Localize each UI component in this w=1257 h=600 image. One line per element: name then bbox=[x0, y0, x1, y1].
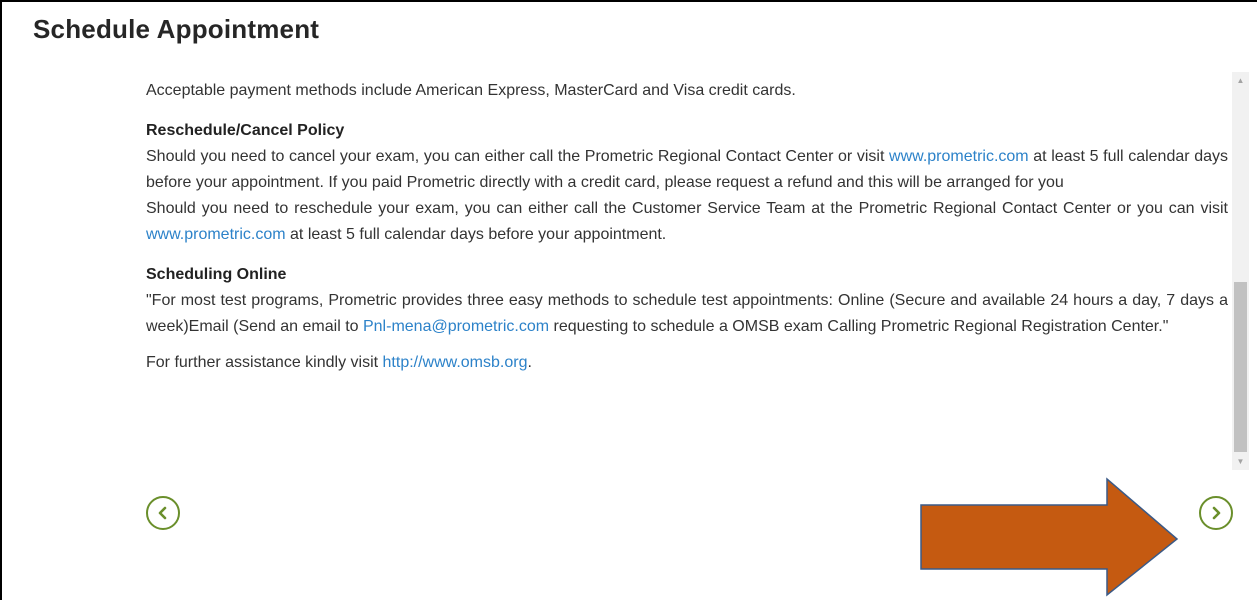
chevron-right-icon bbox=[1212, 506, 1221, 520]
reschedule-text-1: Should you need to reschedule your exam,… bbox=[146, 200, 1228, 217]
assistance-period: . bbox=[527, 354, 532, 371]
arrow-right-icon bbox=[920, 477, 1179, 597]
scheduling-heading: Scheduling Online bbox=[146, 266, 287, 283]
prometric-link-1[interactable]: www.prometric.com bbox=[889, 148, 1029, 165]
omsb-link[interactable]: http://www.omsb.org bbox=[383, 354, 528, 371]
reschedule-text-2: at least 5 full calendar days before you… bbox=[285, 226, 667, 243]
cancel-paragraph: Should you need to cancel your exam, you… bbox=[146, 144, 1228, 196]
scroll-up-arrow-icon[interactable]: ▲ bbox=[1232, 72, 1249, 89]
assistance-paragraph: For further assistance kindly visit http… bbox=[146, 350, 1228, 376]
cancel-text-1: Should you need to cancel your exam, you… bbox=[146, 148, 890, 165]
scheduling-section: Scheduling Online "For most test program… bbox=[146, 262, 1228, 340]
page-title: Schedule Appointment bbox=[33, 14, 320, 44]
reschedule-paragraph: Should you need to reschedule your exam,… bbox=[146, 196, 1228, 248]
assistance-text: For further assistance kindly visit bbox=[146, 354, 383, 371]
chevron-left-icon bbox=[158, 506, 167, 520]
next-button[interactable] bbox=[1199, 496, 1233, 530]
scheduling-text-2: requesting to schedule a OMSB exam Calli… bbox=[549, 318, 1169, 335]
scrollable-content[interactable]: • Acceptable payment methods include Ame… bbox=[146, 72, 1228, 470]
payment-methods-text: Acceptable payment methods include Ameri… bbox=[146, 82, 796, 99]
email-link[interactable]: Pnl-mena@prometric.com bbox=[363, 318, 549, 335]
cutoff-heading: • bbox=[146, 72, 166, 74]
vertical-scrollbar[interactable]: ▲ ▼ bbox=[1232, 72, 1249, 470]
scheduling-paragraph: "For most test programs, Prometric provi… bbox=[146, 288, 1228, 340]
reschedule-heading: Reschedule/Cancel Policy bbox=[146, 122, 345, 139]
previous-button[interactable] bbox=[146, 496, 180, 530]
scroll-thumb[interactable] bbox=[1234, 282, 1247, 452]
reschedule-section: Reschedule/Cancel Policy Should you need… bbox=[146, 118, 1228, 248]
prometric-link-2[interactable]: www.prometric.com bbox=[146, 226, 286, 243]
scroll-down-arrow-icon[interactable]: ▼ bbox=[1232, 453, 1249, 470]
